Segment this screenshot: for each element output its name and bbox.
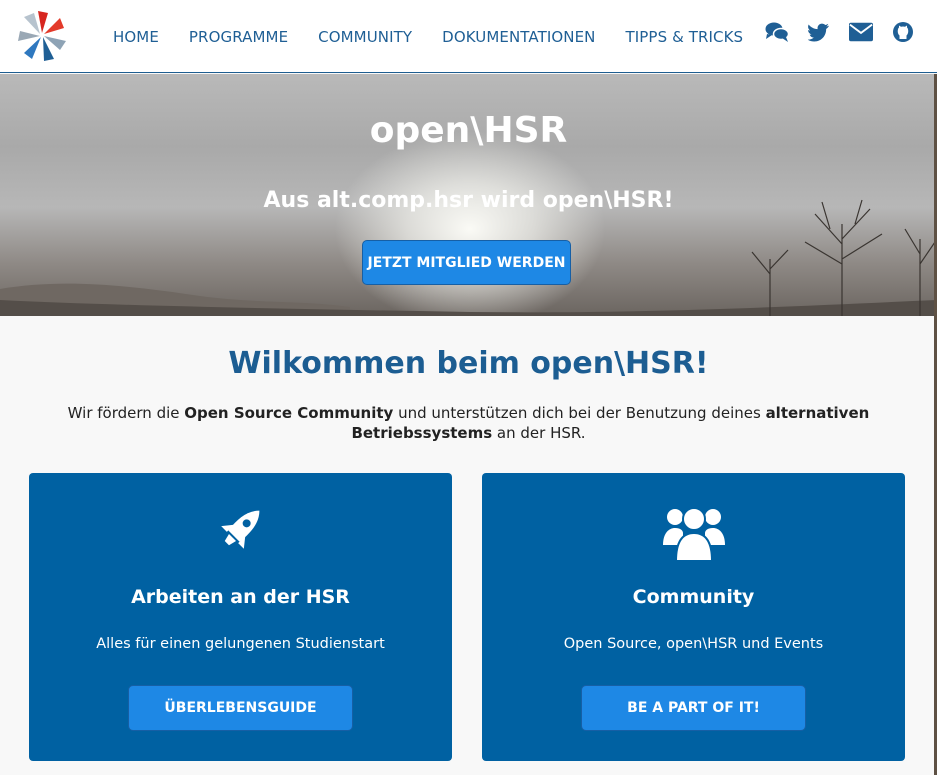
top-navbar: HOME PROGRAMME COMMUNITY DOKUMENTATIONEN… — [0, 0, 937, 73]
twitter-icon[interactable] — [807, 20, 831, 44]
social-links — [765, 20, 915, 44]
feature-card-arbeiten: Arbeiten an der HSR Alles für einen gelu… — [29, 473, 452, 761]
hero-subtitle: Aus alt.comp.hsr wird open\HSR! — [263, 188, 674, 213]
card-title: Community — [632, 586, 755, 608]
nav-home[interactable]: HOME — [98, 28, 174, 46]
rocket-icon — [29, 501, 452, 557]
hero-banner: open\HSR Aus alt.comp.hsr wird open\HSR!… — [0, 74, 937, 316]
mail-icon[interactable] — [849, 20, 873, 44]
welcome-text-part: und unterstützen dich bei der Benutzung … — [393, 404, 766, 422]
card-description: Alles für einen gelungenen Studienstart — [96, 636, 385, 652]
hero-title: open\HSR — [369, 110, 568, 151]
github-icon[interactable] — [891, 20, 915, 44]
nav-dokumentationen[interactable]: DOKUMENTATIONEN — [427, 28, 610, 46]
welcome-heading: Wilkommen beim open\HSR! — [228, 346, 709, 381]
nav-tipps-tricks[interactable]: TIPPS & TRICKS — [611, 28, 759, 46]
survival-guide-button[interactable]: ÜBERLEBENSGUIDE — [128, 685, 353, 731]
users-icon — [482, 501, 905, 561]
feature-card-community: Community Open Source, open\HSR und Even… — [482, 473, 905, 761]
main-navigation: HOME PROGRAMME COMMUNITY DOKUMENTATIONEN… — [98, 0, 758, 73]
card-title: Arbeiten an der HSR — [131, 586, 350, 608]
welcome-text-highlight: Open Source Community — [184, 404, 394, 422]
chat-icon[interactable] — [765, 20, 789, 44]
welcome-text-part: an der HSR. — [492, 424, 586, 442]
welcome-text-part: Wir fördern die — [67, 404, 185, 422]
card-description: Open Source, open\HSR und Events — [563, 636, 824, 652]
nav-programme[interactable]: PROGRAMME — [174, 28, 303, 46]
be-a-part-button[interactable]: BE A PART OF IT! — [581, 685, 806, 731]
welcome-text: Wir fördern die Open Source Community un… — [20, 403, 917, 443]
join-membership-button[interactable]: JETZT MITGLIED WERDEN — [362, 240, 571, 285]
site-logo[interactable] — [16, 6, 68, 64]
nav-community[interactable]: COMMUNITY — [303, 28, 427, 46]
